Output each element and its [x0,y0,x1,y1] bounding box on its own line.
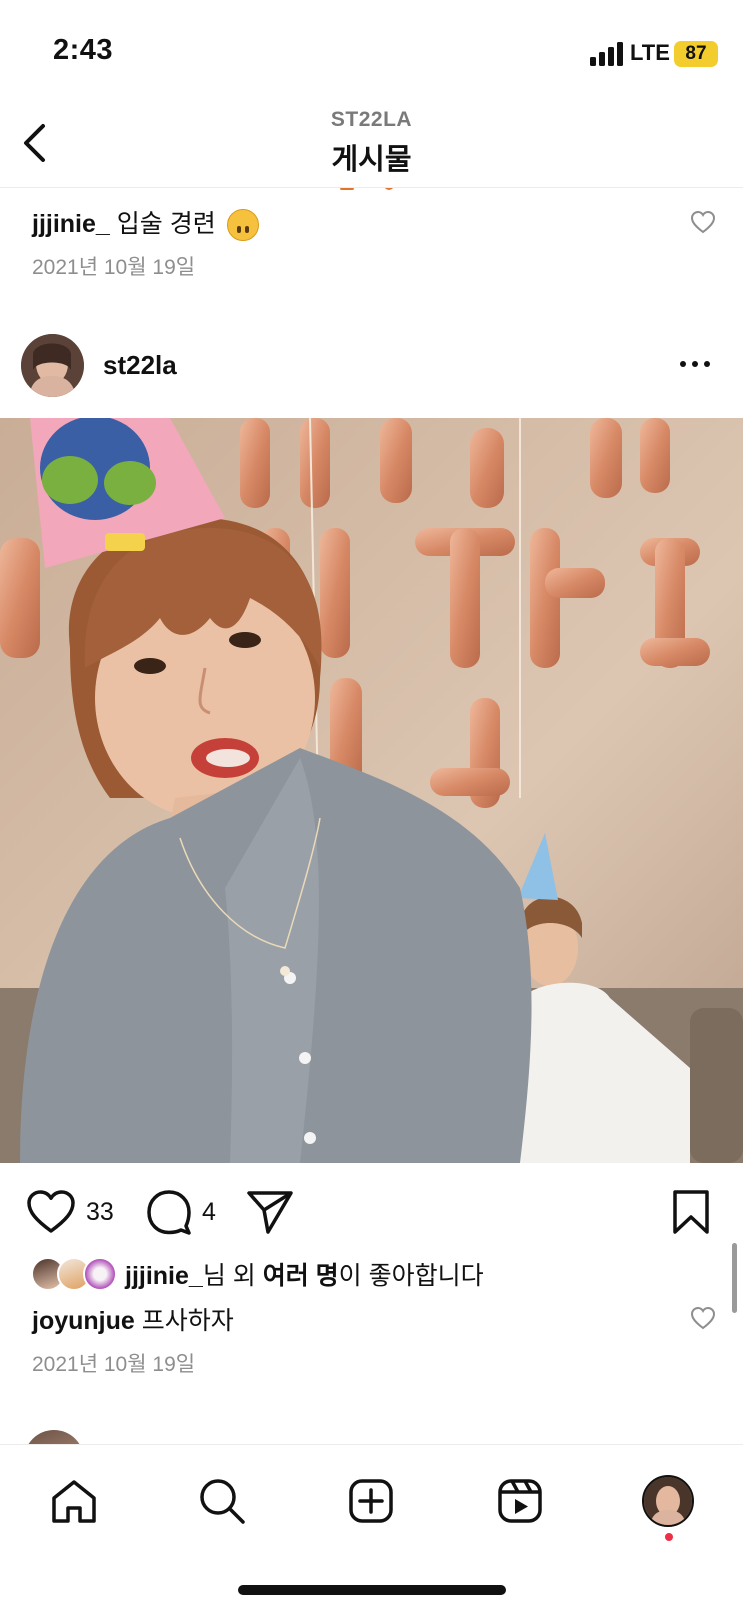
more-options-button[interactable] [680,354,720,374]
tab-profile[interactable] [638,1471,698,1531]
create-icon [349,1479,393,1523]
share-button[interactable] [246,1189,294,1235]
likes-summary: jjjinie_님 외 여러 명이 좋아합니다 [125,1256,484,1292]
scrollbar[interactable] [732,1243,737,1313]
header-subtitle: ST22LA [330,108,413,131]
avatar[interactable] [21,334,84,397]
profile-notification-dot [665,1533,673,1541]
status-bar: 2:43 LTE 87 [0,0,743,100]
avatar-image [21,334,84,397]
liker-avatar [83,1257,117,1291]
battery-indicator: 87 [674,41,718,67]
liked-by-row[interactable]: jjjinie_님 외 여러 명이 좋아합니다 [31,1255,484,1293]
likes-user[interactable]: jjjinie_ [125,1262,203,1290]
profile-avatar [642,1475,694,1527]
tab-search[interactable] [192,1471,252,1531]
network-label: LTE [630,40,670,65]
post-username[interactable]: st22la [103,350,177,381]
page-title: 게시물 [331,144,412,176]
post-header: st22la [0,332,743,398]
save-button[interactable] [672,1189,710,1235]
reels-icon [498,1479,542,1523]
more-horizontal-icon [680,361,686,367]
search-icon [200,1479,245,1524]
home-indicator[interactable] [238,1585,506,1595]
comment-like-icon[interactable] [690,1306,716,1330]
nav-header: ST22LA 게시물 [0,100,743,188]
post-image[interactable] [0,418,743,1163]
post-action-bar: 33 4 [0,1185,743,1241]
comment-bubble-icon[interactable] [146,1189,192,1235]
tab-home[interactable] [44,1471,104,1531]
bottom-tab-bar [0,1444,743,1609]
post-date: 2021년 10월 19일 [32,1353,196,1376]
comment-username[interactable]: joyunjue [32,1307,135,1335]
signal-icon [590,42,623,66]
likes-mid: 님 외 [202,1262,263,1290]
comment-row: joyunjue 프사하자 [32,1301,234,1337]
heart-icon[interactable] [26,1189,76,1235]
like-action: 33 [26,1189,114,1235]
home-icon [52,1480,96,1523]
likes-tail: 이 좋아합니다 [338,1262,484,1290]
comment-count[interactable]: 4 [202,1198,216,1227]
status-time: 2:43 [53,34,114,66]
previous-caption: jjjinie_ 입술 경련 [32,204,259,242]
tab-reels[interactable] [490,1471,550,1531]
comment-text: 프사하자 [141,1307,234,1335]
comment-action: 4 [146,1189,216,1235]
paper-plane-icon [247,1191,293,1234]
caption-username[interactable]: jjjinie_ [32,210,110,238]
like-count[interactable]: 33 [86,1198,114,1227]
caption-text: 입술 경련 [116,210,216,238]
tab-create[interactable] [341,1471,401,1531]
post-photo-illustration [0,418,743,1163]
previous-post-date: 2021년 10월 19일 [32,256,196,279]
likes-others[interactable]: 여러 명 [263,1262,339,1290]
bookmark-icon [673,1190,709,1234]
upside-down-face-icon [226,209,259,242]
caption-like-icon[interactable] [690,210,716,234]
